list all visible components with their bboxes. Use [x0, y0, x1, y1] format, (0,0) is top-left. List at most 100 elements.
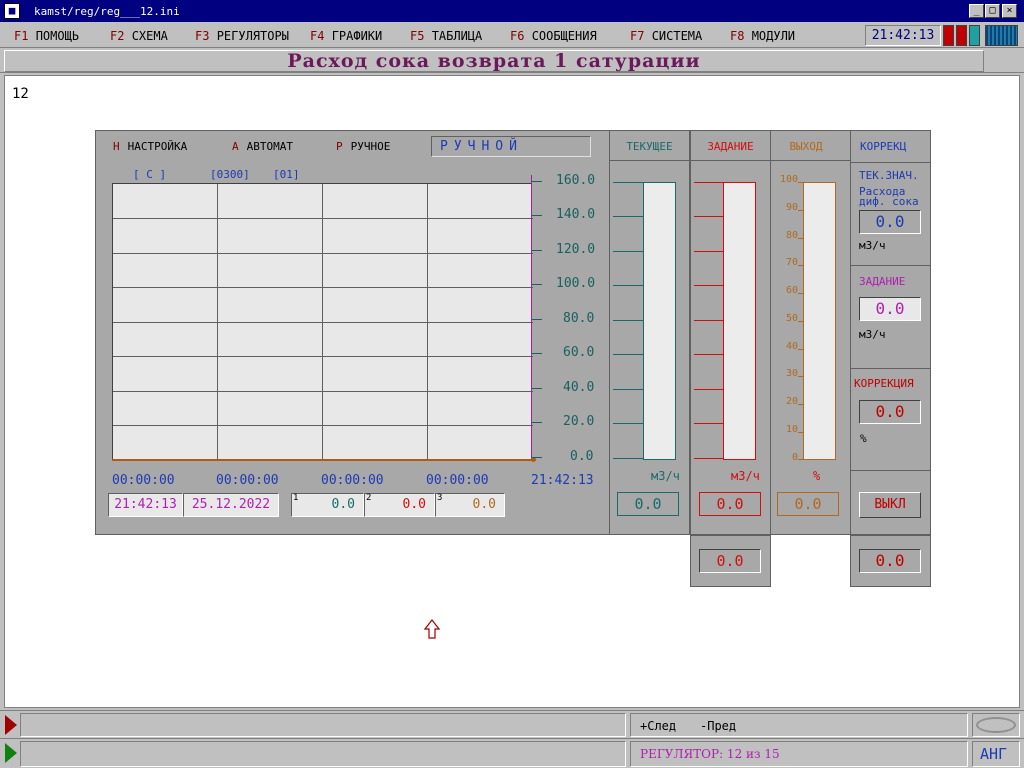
time-field[interactable]: 21:42:13: [108, 493, 183, 517]
network-icon: [985, 25, 1018, 46]
menu-key: F6: [510, 29, 525, 43]
language-toggle[interactable]: АНГ: [980, 745, 1007, 763]
menu-label: СХЕМА: [131, 29, 168, 43]
tick: [613, 182, 643, 183]
maximize-button[interactable]: □: [985, 4, 1000, 18]
output-scale: 70: [785, 257, 798, 268]
setpoint-bar: [723, 182, 756, 460]
output-bar: [803, 182, 836, 460]
field-index: 3: [437, 493, 443, 503]
grid-line: [113, 218, 533, 219]
mode-key: Н: [113, 140, 120, 153]
tick: [694, 320, 723, 321]
y-label: 120.0: [556, 242, 596, 257]
tick: [694, 216, 723, 217]
trend-header-num[interactable]: [01]: [273, 168, 300, 181]
menu-item-regulators[interactable]: F3 РЕГУЛЯТОРЫ: [195, 29, 289, 43]
mode-setup[interactable]: Н НАСТРОЙКА: [113, 140, 187, 153]
field-index: 2: [366, 493, 372, 503]
setpoint-value[interactable]: 0.0: [699, 492, 761, 516]
grid-line: [427, 184, 428, 461]
mode-label: АВТОМАТ: [246, 140, 293, 153]
y-tick: [532, 215, 542, 216]
status-bar-top: +След -Пред: [0, 710, 1024, 738]
output-title: ВЫХОД: [789, 140, 823, 153]
menu-item-messages[interactable]: F6 СООБЩЕНИЯ: [510, 29, 597, 43]
output-unit: %: [813, 469, 821, 483]
zad-unit: м3/ч: [859, 328, 886, 341]
trend-line: [112, 459, 532, 461]
status-bar-bottom: РЕГУЛЯТОР: 12 из 15 АНГ: [0, 738, 1024, 768]
mode-label: НАСТРОЙКА: [127, 140, 188, 153]
tick: [613, 320, 643, 321]
divider: [850, 368, 931, 369]
y-label: 20.0: [563, 414, 595, 429]
kor-value[interactable]: 0.0: [859, 400, 921, 424]
menu-item-scheme[interactable]: F2 СХЕМА: [110, 29, 168, 43]
tick: [798, 432, 803, 433]
current-mode-display: РУЧНОЙ: [431, 136, 591, 157]
date-field[interactable]: 25.12.2022: [183, 493, 279, 517]
next-button[interactable]: +След: [640, 719, 676, 733]
tick: [613, 285, 643, 286]
prev-button[interactable]: -Пред: [700, 719, 736, 733]
page-title-bar: Расход сока возврата 1 сатурации: [0, 49, 1024, 73]
y-label: 40.0: [563, 380, 595, 395]
grid-line: [113, 356, 533, 357]
menu-label: МОДУЛИ: [751, 29, 796, 43]
menu-item-modules[interactable]: F8 МОДУЛИ: [730, 29, 795, 43]
value-field-1: 0.0: [291, 493, 364, 517]
trend-header-range[interactable]: [0300]: [210, 168, 250, 181]
x-label: 00:00:00: [216, 473, 279, 488]
y-tick: [532, 422, 542, 423]
clock: 21:42:13: [865, 25, 941, 46]
mode-key: Р: [336, 140, 343, 153]
mode-auto[interactable]: А АВТОМАТ: [232, 140, 293, 153]
tick: [798, 182, 803, 183]
menu-item-graphs[interactable]: F4 ГРАФИКИ: [310, 29, 382, 43]
setpoint-value-2[interactable]: 0.0: [699, 549, 761, 573]
y-tick: [532, 181, 542, 182]
correction-bottom-value[interactable]: 0.0: [859, 549, 921, 573]
menu-key: F2: [110, 29, 125, 43]
status-indicator: [943, 25, 954, 46]
menu-key: F7: [630, 29, 645, 43]
tick: [694, 458, 723, 459]
value-field-3: 0.0: [435, 493, 505, 517]
field-index: 1: [293, 493, 299, 503]
divider: [850, 265, 931, 266]
tick: [694, 182, 723, 183]
tick: [798, 404, 803, 405]
tek-desc-2: диф. сока: [859, 195, 919, 208]
off-button[interactable]: ВЫКЛ: [859, 492, 921, 518]
output-value[interactable]: 0.0: [777, 492, 839, 516]
tek-value: 0.0: [859, 210, 921, 234]
tick: [798, 321, 803, 322]
y-label: 100.0: [556, 276, 596, 291]
trend-header-c: [ С ]: [133, 168, 167, 181]
x-label: 21:42:13: [531, 473, 594, 488]
output-scale: 80: [785, 230, 798, 241]
minimize-button[interactable]: _: [969, 4, 984, 18]
menu-item-table[interactable]: F5 ТАБЛИЦА: [410, 29, 482, 43]
menu-key: F3: [195, 29, 210, 43]
tick: [613, 216, 643, 217]
y-label: 80.0: [563, 311, 595, 326]
tick: [613, 251, 643, 252]
zad-value[interactable]: 0.0: [859, 297, 921, 321]
tick: [613, 423, 643, 424]
tick: [694, 389, 723, 390]
output-scale: 50: [785, 313, 798, 324]
menu-item-help[interactable]: F1 ПОМОЩЬ: [14, 29, 79, 43]
logo-icon: [976, 717, 1016, 733]
current-bar: [643, 182, 676, 460]
tick: [798, 210, 803, 211]
mode-key: А: [232, 140, 239, 153]
menu-item-system[interactable]: F7 СИСТЕМА: [630, 29, 702, 43]
close-button[interactable]: ×: [1002, 4, 1017, 18]
mode-manual[interactable]: Р РУЧНОЕ: [336, 140, 390, 153]
output-scale: 30: [785, 368, 798, 379]
tick: [798, 265, 803, 266]
output-scale: 90: [785, 202, 798, 213]
y-tick: [532, 388, 542, 389]
